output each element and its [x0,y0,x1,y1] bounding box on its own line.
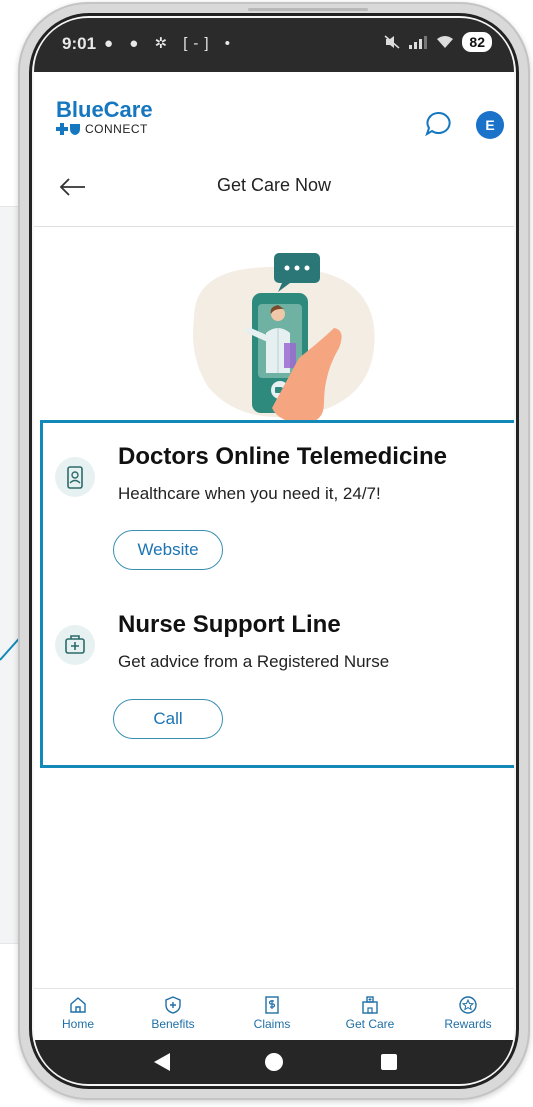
nav-item-home[interactable]: Home [38,995,118,1031]
nav-item-claims[interactable]: Claims [232,995,312,1031]
card-desc-nurse-line: Get advice from a Registered Nurse [118,652,390,671]
signal-icon [409,36,428,49]
bluecare-logo[interactable]: BlueCare CONNECT [56,99,153,136]
nav-label-home: Home [61,1017,94,1031]
chat-icon[interactable] [424,110,452,138]
app-header: BlueCare CONNECT E [34,72,514,147]
nav-label-benefits: Benefits [151,1017,195,1031]
nav-label-rewards: Rewards [444,1017,492,1031]
wifi-icon [437,36,454,48]
logo-sub: CONNECT [56,122,153,136]
cross-shield-icon [56,123,80,135]
card-title-telemedicine: Doctors Online Telemedicine [118,443,447,470]
avatar[interactable]: E [476,111,504,139]
mute-icon [384,35,400,49]
dollar-document-icon [265,996,279,1014]
medical-kit-icon [55,625,95,665]
call-button[interactable]: Call [113,699,223,739]
phone-doctor-icon [55,457,95,497]
system-home-icon[interactable] [265,1053,283,1071]
star-badge-icon [459,996,477,1014]
hospital-icon [362,996,378,1014]
status-bar: 9:01 ● ● ✲ [-] • 82 [34,18,514,72]
system-nav-bar [34,1040,514,1084]
card-desc-telemedicine: Healthcare when you need it, 24/7! [118,484,381,503]
card-title-nurse-line: Nurse Support Line [118,611,341,638]
website-button[interactable]: Website [113,530,223,570]
system-back-icon[interactable] [154,1053,170,1071]
system-recents-icon[interactable] [381,1054,397,1070]
battery-level: 82 [462,32,492,52]
logo-connect-text: CONNECT [85,122,148,136]
nav-label-claims: Claims [253,1017,291,1031]
nav-item-get-care[interactable]: Get Care [330,995,410,1031]
nav-item-rewards[interactable]: Rewards [428,995,508,1031]
nav-item-benefits[interactable]: Benefits [133,995,213,1031]
page-header: Get Care Now [34,146,514,227]
nav-label-get-care: Get Care [345,1017,395,1031]
phone-frame: 9:01 ● ● ✲ [-] • 82 BlueCare CONNECT E G… [18,2,530,1100]
logo-brand-text: BlueCare [56,97,153,122]
care-options-panel: Doctors Online Telemedicine Healthcare w… [40,420,514,768]
shield-plus-icon [165,996,181,1014]
status-time: 9:01 [62,34,97,53]
notification-icons: ● ● ✲ [-] • [104,35,236,52]
status-right: 82 [384,32,492,52]
phone-screen: 9:01 ● ● ✲ [-] • 82 BlueCare CONNECT E G… [34,18,514,1084]
phone-top-edge [248,8,368,11]
telemedicine-illustration [193,253,375,423]
bottom-nav: Home Benefits Claims Get Care Rewards [34,988,514,1041]
phone-bezel: 9:01 ● ● ✲ [-] • 82 BlueCare CONNECT E G… [29,13,519,1089]
page-title: Get Care Now [216,175,332,195]
home-icon [70,997,86,1013]
